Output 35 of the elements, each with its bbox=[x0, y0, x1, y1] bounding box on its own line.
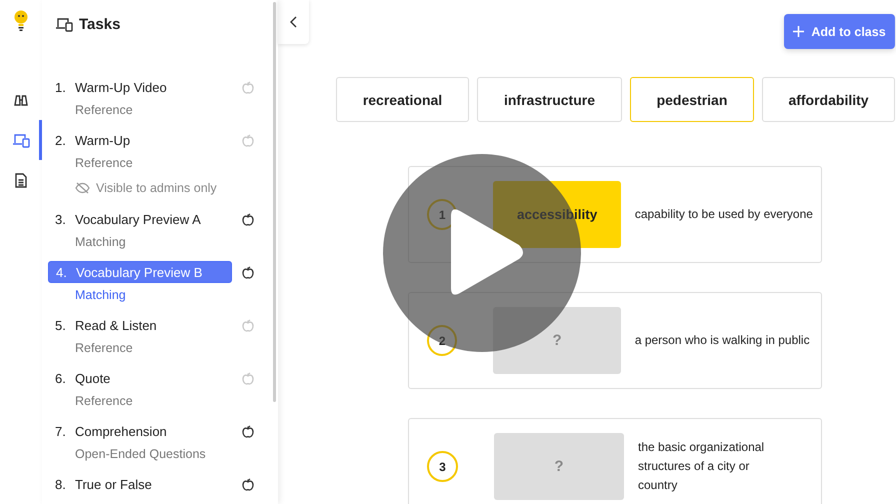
lightbulb-logo[interactable] bbox=[14, 10, 28, 32]
task-type: Matching bbox=[74, 234, 127, 251]
number-badge: 3 bbox=[427, 451, 458, 482]
task-item[interactable]: 4. Vocabulary Preview B bbox=[48, 261, 232, 283]
devices-icon[interactable] bbox=[12, 132, 30, 148]
word-card[interactable]: infrastructure bbox=[477, 77, 622, 122]
word-card[interactable]: affordability bbox=[762, 77, 895, 122]
task-type: Reference bbox=[74, 155, 134, 172]
word-card[interactable]: pedestrian bbox=[630, 77, 754, 122]
hidden-eye-icon bbox=[75, 182, 90, 194]
plus-icon bbox=[793, 26, 804, 37]
visibility-note: Visible to admins only bbox=[96, 181, 217, 195]
task-item[interactable]: 1. Warm-Up Video bbox=[48, 76, 232, 98]
task-type: Matching bbox=[74, 287, 127, 304]
task-type: Reference bbox=[74, 340, 134, 357]
definition-text: a person who is walking in public bbox=[634, 332, 811, 349]
task-type: Reference bbox=[74, 393, 134, 410]
chevron-left-icon bbox=[290, 16, 297, 28]
binoculars-icon[interactable] bbox=[14, 94, 28, 106]
sidebar-title: Tasks bbox=[79, 16, 120, 32]
devices-icon bbox=[55, 16, 73, 32]
task-item[interactable]: 8. True or False bbox=[48, 473, 232, 495]
task-type: Reference bbox=[74, 102, 134, 119]
word-card[interactable]: recreational bbox=[336, 77, 469, 122]
task-item[interactable]: 3. Vocabulary Preview A bbox=[48, 208, 232, 230]
task-item[interactable]: 2. Warm-Up bbox=[48, 129, 232, 151]
document-icon[interactable] bbox=[15, 172, 27, 188]
task-item[interactable]: 7. Comprehension bbox=[48, 420, 232, 442]
definition-text: the basic organizational structures of a city or country bbox=[638, 439, 766, 494]
definition-text: capability to be used by everyone bbox=[634, 206, 814, 223]
task-type: Open-Ended Questions bbox=[74, 446, 207, 463]
number-badge: 2 bbox=[427, 325, 458, 356]
task-item[interactable]: 5. Read & Listen bbox=[48, 314, 232, 336]
add-to-class-button[interactable]: Add to class bbox=[784, 14, 895, 49]
task-item[interactable]: 6. Quote bbox=[48, 367, 232, 389]
